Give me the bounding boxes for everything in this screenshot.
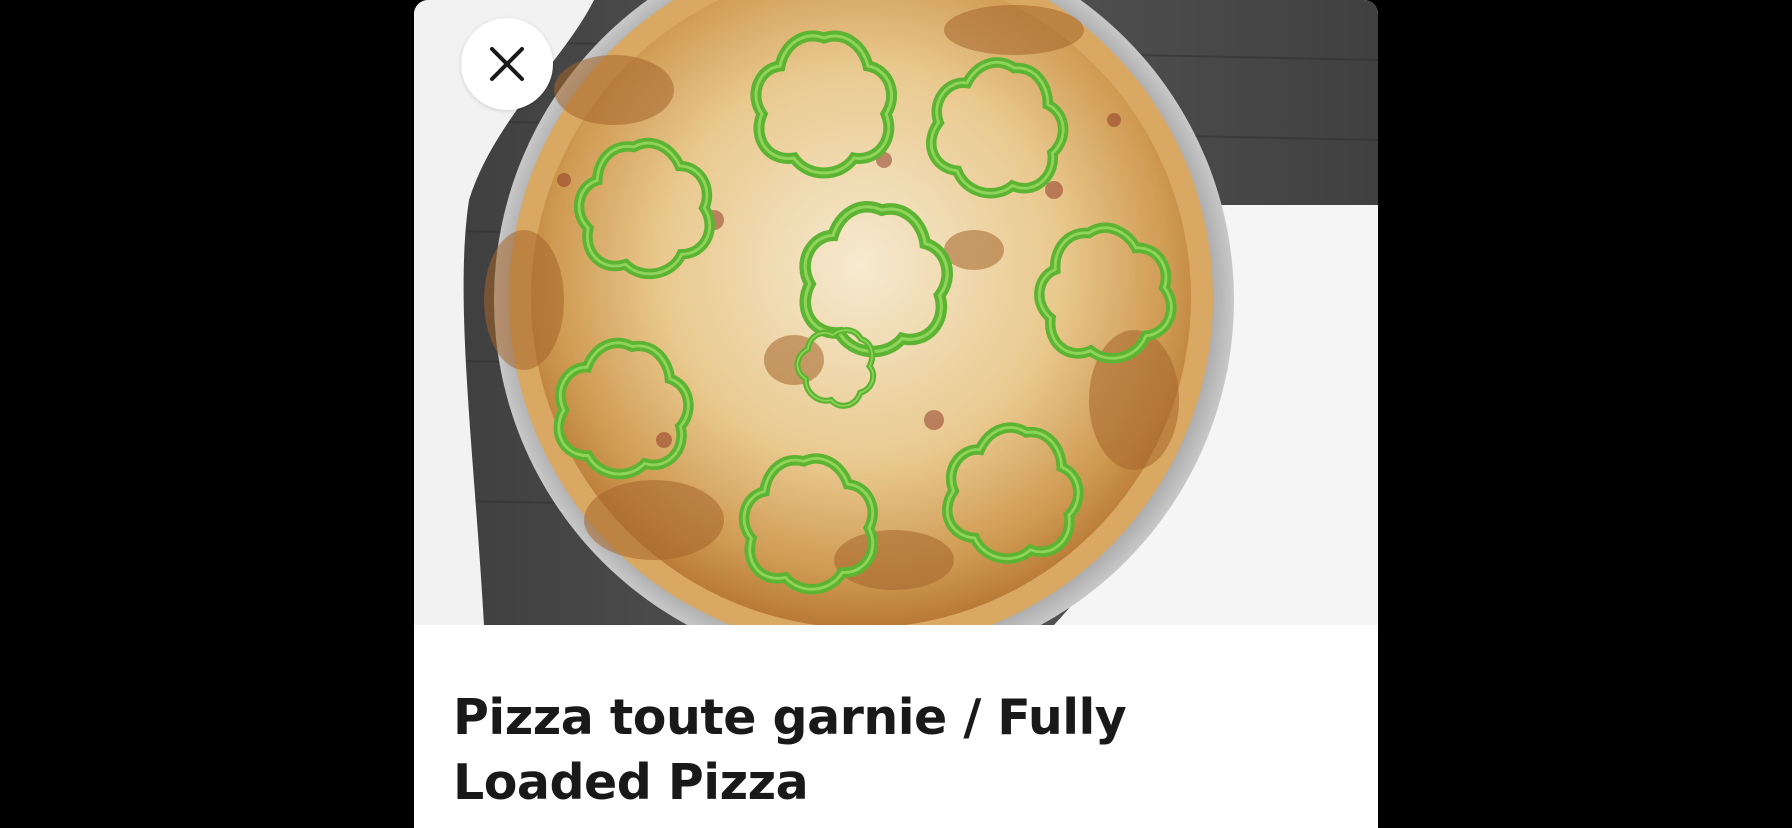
item-photo: [414, 0, 1378, 625]
item-detail-sheet: Pizza toute garnie / Fully Loaded Pizza: [414, 0, 1378, 828]
close-button[interactable]: [461, 18, 553, 110]
item-title: Pizza toute garnie / Fully Loaded Pizza: [453, 689, 1127, 811]
pizza-photo-illustration: [414, 0, 1378, 625]
close-icon: [490, 47, 524, 81]
modal-backdrop[interactable]: Pizza toute garnie / Fully Loaded Pizza: [0, 0, 1792, 828]
item-details: Pizza toute garnie / Fully Loaded Pizza: [414, 625, 1378, 828]
